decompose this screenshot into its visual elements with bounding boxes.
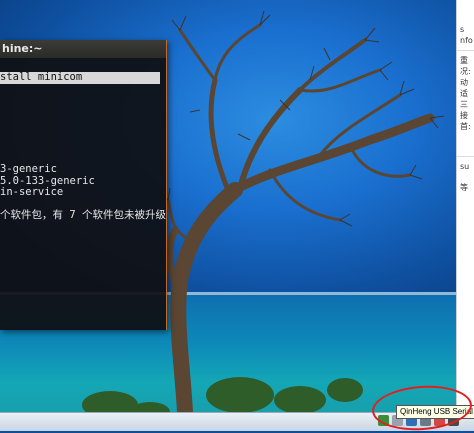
side-text: nfo	[460, 36, 473, 45]
side-text: 重	[460, 56, 468, 65]
terminal-line: in-service	[0, 186, 64, 198]
divider	[457, 50, 474, 51]
terminal-title[interactable]: hine:~	[0, 40, 166, 58]
background-window-strip[interactable]: s nfo 重 况: 动 适 三 接 首: su 等	[456, 0, 474, 412]
terminal-line: stall minicom	[0, 71, 160, 84]
divider	[457, 156, 474, 157]
terminal-line: 3-generic	[0, 163, 57, 175]
side-text: 接	[460, 111, 468, 120]
side-text: su	[460, 162, 470, 171]
side-text: 适	[460, 89, 468, 98]
side-text: 三	[460, 100, 468, 109]
side-text: 首:	[460, 122, 471, 131]
side-text: 动	[460, 78, 468, 87]
side-text: 况:	[460, 67, 471, 76]
side-text: 等	[460, 183, 468, 192]
terminal-line: 个软件包，有 7 个软件包未被升级	[0, 209, 166, 221]
terminal-output[interactable]: stall minicom 3-generic 5.0-133-generic …	[0, 58, 166, 222]
terminal-gap	[0, 118, 166, 164]
terminal-window[interactable]: hine:~ stall minicom 3-generic 5.0-133-g…	[0, 40, 167, 330]
side-text: s	[460, 25, 465, 34]
